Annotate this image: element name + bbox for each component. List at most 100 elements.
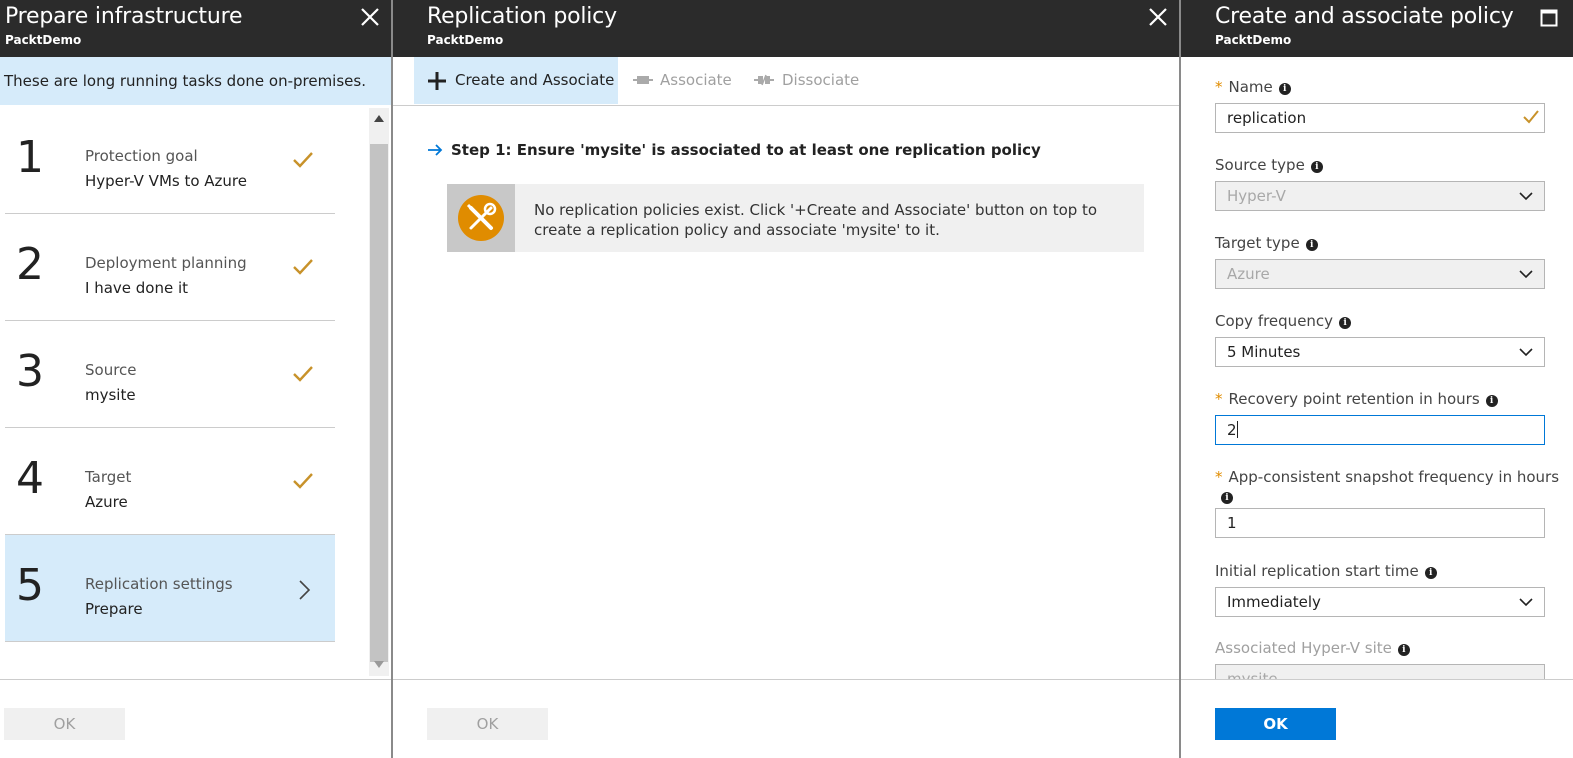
recovery-retention-value: 2	[1227, 421, 1237, 439]
app-snapshot-value: 1	[1227, 514, 1237, 532]
info-icon[interactable]: i	[1397, 644, 1410, 656]
info-icon[interactable]: i	[1278, 83, 1291, 95]
step-number: 3	[16, 346, 44, 397]
footer-divider	[0, 679, 391, 680]
create-and-associate-button[interactable]: Create and Associate	[414, 57, 618, 104]
required-marker: *	[1215, 390, 1223, 408]
checkmark-icon	[293, 473, 313, 489]
hyperv-site-clip: mysite	[1215, 664, 1545, 679]
info-icon[interactable]: i	[1424, 567, 1437, 579]
step-value: Prepare	[85, 600, 143, 618]
step-title: Deployment planning	[85, 254, 247, 272]
blade-subtitle: PacktDemo	[427, 33, 504, 47]
info-banner: These are long running tasks done on-pre…	[0, 57, 391, 105]
app-snapshot-label: * App-consistent snapshot frequency in ho…	[1215, 468, 1560, 486]
step-target[interactable]: 4 Target Azure	[5, 428, 335, 535]
scroll-up-icon[interactable]	[373, 113, 385, 123]
blade-header: Create and associate policy PacktDemo	[1181, 0, 1573, 57]
plus-icon	[428, 72, 446, 90]
step-value: mysite	[85, 386, 136, 404]
step-protection-goal[interactable]: 1 Protection goal Hyper-V VMs to Azure	[5, 107, 335, 214]
name-value: replication	[1227, 109, 1307, 127]
footer-divider	[1181, 679, 1573, 680]
checkmark-icon	[293, 259, 313, 275]
step-title: Source	[85, 361, 137, 379]
hyperv-site-field[interactable]: mysite	[1215, 664, 1545, 679]
checkmark-icon	[293, 152, 313, 168]
required-marker: *	[1215, 468, 1223, 486]
step-title: Target	[85, 468, 132, 486]
blade-title: Prepare infrastructure	[5, 4, 243, 29]
hyperv-site-value: mysite	[1227, 670, 1278, 679]
scrollbar-thumb[interactable]	[370, 144, 388, 662]
chevron-down-icon	[1519, 270, 1533, 279]
notice-icon-box	[447, 184, 515, 252]
chevron-right-icon	[299, 580, 311, 600]
command-toolbar: Create and Associate Associate Dissociat…	[393, 57, 1179, 106]
source-type-label: Source type i	[1215, 156, 1323, 174]
step-number: 2	[16, 239, 44, 290]
copy-frequency-label: Copy frequency i	[1215, 312, 1352, 330]
source-type-select[interactable]: Hyper-V	[1215, 181, 1545, 211]
step-source[interactable]: 3 Source mysite	[5, 321, 335, 428]
notice-box: No replication policies exist. Click '+C…	[447, 184, 1144, 252]
tools-icon	[458, 195, 504, 241]
arrow-right-icon	[428, 144, 443, 156]
close-icon[interactable]	[359, 6, 381, 28]
chevron-down-icon	[1519, 192, 1533, 201]
checkmark-icon	[1523, 110, 1539, 124]
scrollbar[interactable]	[369, 108, 389, 676]
step-instruction: Step 1: Ensure 'mysite' is associated to…	[451, 141, 1041, 159]
hyperv-site-label: Associated Hyper-V site i	[1215, 639, 1410, 657]
copy-frequency-value: 5 Minutes	[1227, 343, 1301, 361]
app-snapshot-input[interactable]: 1	[1215, 508, 1545, 538]
close-icon[interactable]	[1147, 6, 1169, 28]
info-icon[interactable]: i	[1221, 492, 1233, 504]
recovery-retention-input[interactable]: 2	[1215, 415, 1545, 445]
blade-header: Prepare infrastructure PacktDemo	[0, 0, 391, 57]
scroll-down-icon[interactable]	[373, 660, 385, 670]
associate-button[interactable]: Associate	[632, 57, 732, 104]
initial-start-select[interactable]: Immediately	[1215, 587, 1545, 617]
step-value: Azure	[85, 493, 128, 511]
blade-title: Replication policy	[427, 4, 617, 29]
step-number: 1	[16, 132, 44, 183]
checkmark-icon	[293, 366, 313, 382]
replication-policy-blade: Replication policy PacktDemo Create and …	[393, 0, 1179, 758]
blade-subtitle: PacktDemo	[1215, 33, 1292, 47]
step-replication-settings[interactable]: 5 Replication settings Prepare	[5, 535, 335, 642]
info-icon[interactable]: i	[1310, 161, 1323, 173]
blade-title: Create and associate policy	[1215, 4, 1514, 29]
ok-button[interactable]: OK	[4, 708, 125, 740]
maximize-icon[interactable]	[1540, 9, 1558, 27]
prepare-infrastructure-blade: Prepare infrastructure PacktDemo These a…	[0, 0, 391, 758]
step-number: 4	[16, 453, 44, 504]
dissociate-button[interactable]: Dissociate	[753, 57, 863, 104]
step-deployment-planning[interactable]: 2 Deployment planning I have done it	[5, 214, 335, 321]
create-and-associate-label: Create and Associate	[455, 71, 615, 89]
blade-subtitle: PacktDemo	[5, 33, 82, 47]
ok-button[interactable]: OK	[1215, 708, 1336, 740]
initial-start-label: Initial replication start time i	[1215, 562, 1437, 580]
step-value: Hyper-V VMs to Azure	[85, 172, 247, 190]
step-title: Replication settings	[85, 575, 233, 593]
link-icon	[633, 76, 653, 84]
name-field[interactable]: replication	[1215, 103, 1545, 133]
target-type-value: Azure	[1227, 265, 1270, 283]
blade-header: Replication policy PacktDemo	[393, 0, 1179, 57]
footer-divider	[393, 679, 1179, 680]
text-cursor	[1236, 421, 1238, 438]
info-icon[interactable]: i	[1305, 239, 1318, 251]
info-icon[interactable]: i	[1485, 395, 1498, 407]
create-and-associate-policy-blade: Create and associate policy PacktDemo * N…	[1181, 0, 1573, 758]
recovery-retention-label: * Recovery point retention in hours i	[1215, 390, 1498, 408]
step-value: I have done it	[85, 279, 189, 297]
info-icon[interactable]: i	[1339, 317, 1352, 329]
associate-label: Associate	[660, 71, 732, 89]
target-type-select[interactable]: Azure	[1215, 259, 1545, 289]
step-number: 5	[16, 560, 44, 611]
dissociate-label: Dissociate	[782, 71, 860, 89]
name-label: * Name i	[1215, 78, 1291, 96]
ok-button[interactable]: OK	[427, 708, 548, 740]
copy-frequency-select[interactable]: 5 Minutes	[1215, 337, 1545, 367]
